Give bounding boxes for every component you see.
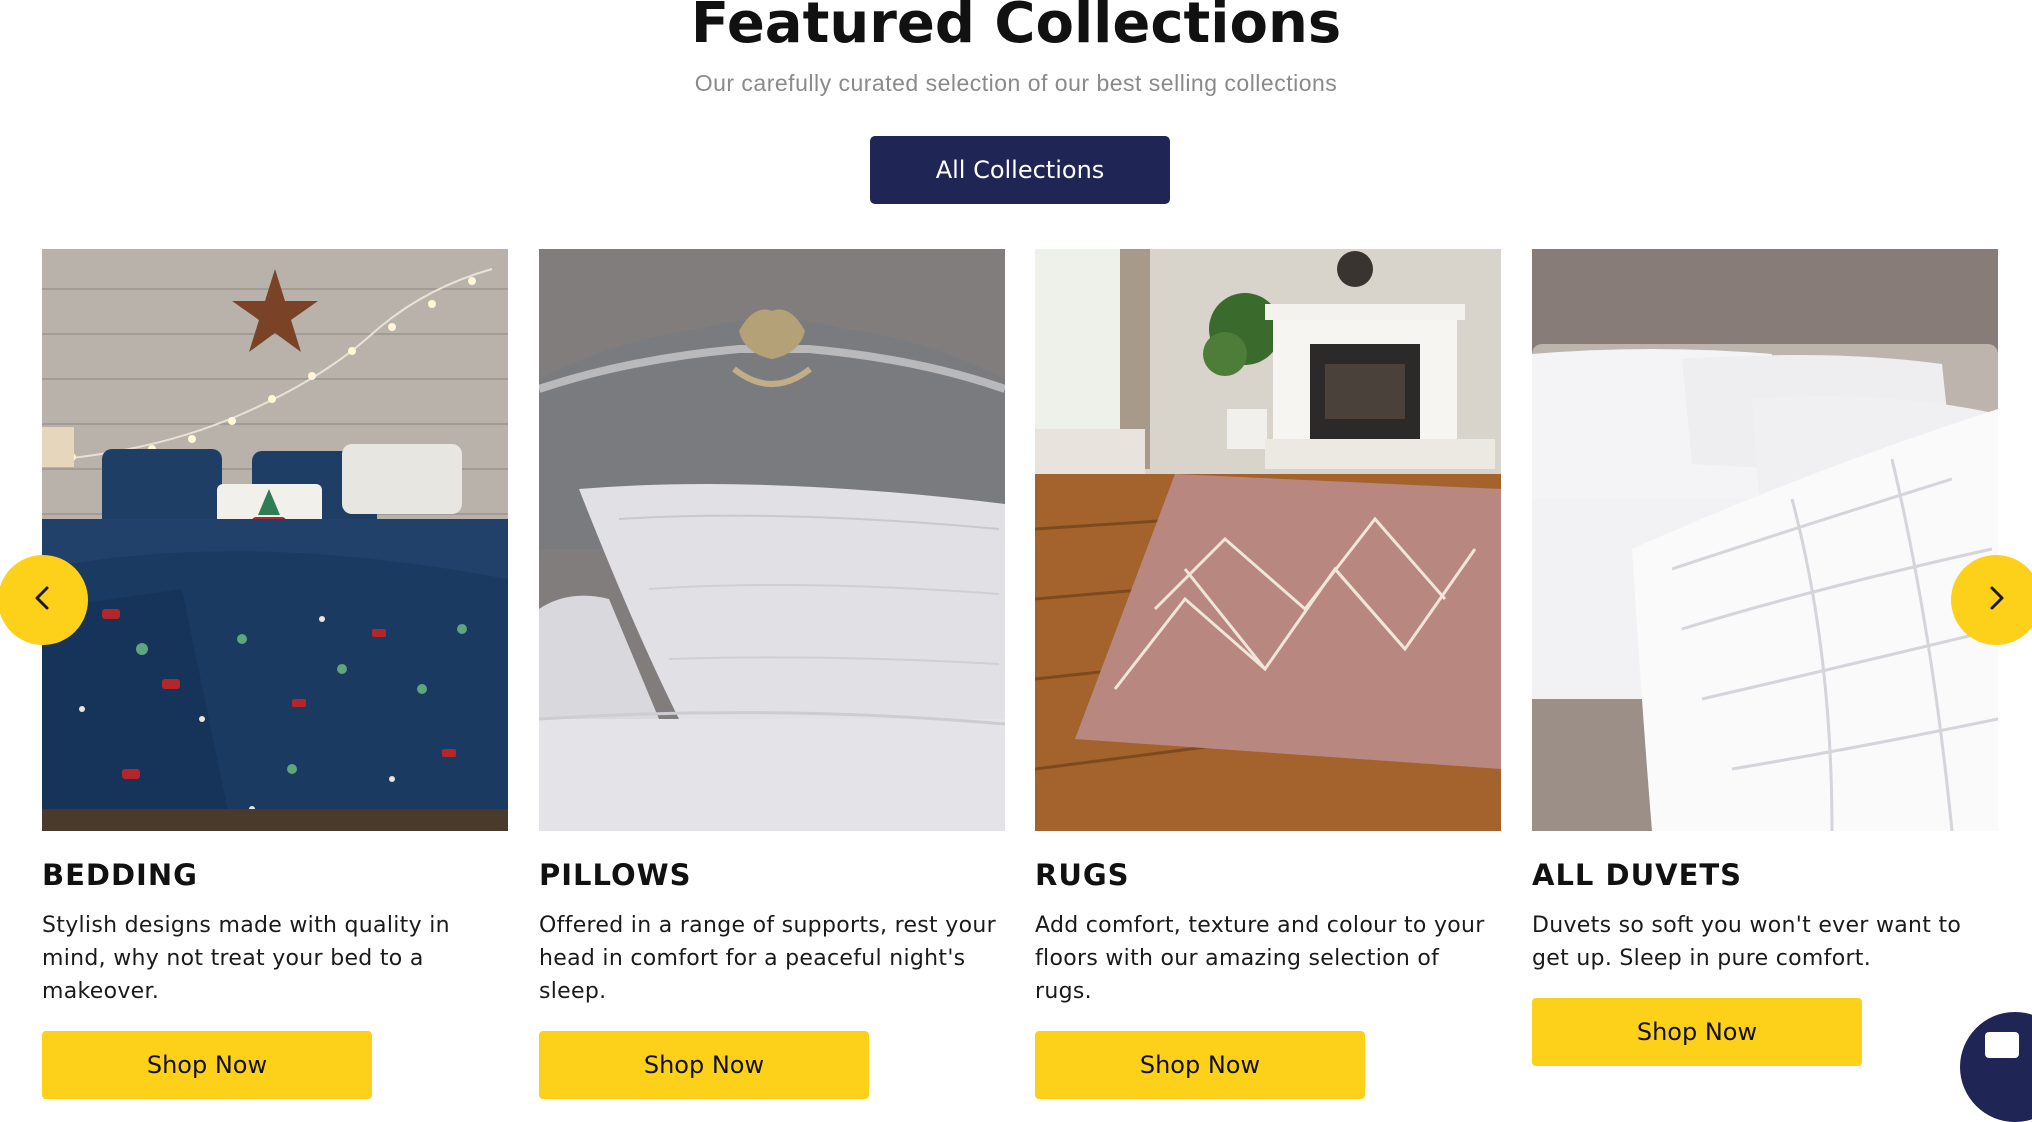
collection-description: Add comfort, texture and colour to your … [1035,913,1485,1004]
collection-card-bedding: BEDDING Stylish designs made with qualit… [42,249,508,1099]
collection-card-rugs: RUGS Add comfort, texture and colour to … [1035,249,1501,1099]
carousel-prev-button[interactable] [0,555,88,645]
shop-now-button[interactable]: Shop Now [1532,998,1862,1066]
collection-card-all-duvets: ALL DUVETS Duvets so soft you won't ever… [1532,249,1998,1069]
collection-card-pillows: PILLOWS Offered in a range of supports, … [539,249,1005,1099]
shop-now-button[interactable]: Shop Now [539,1031,869,1099]
chevron-left-icon [32,585,54,616]
all-collections-button[interactable]: All Collections [870,136,1170,204]
collection-title[interactable]: PILLOWS [539,855,692,895]
shop-now-button[interactable]: Shop Now [42,1031,372,1099]
collection-description: Stylish designs made with quality in min… [42,913,450,1004]
shop-now-button[interactable]: Shop Now [1035,1031,1365,1099]
pillows-image[interactable] [539,249,1005,831]
carousel-next-button[interactable] [1951,555,2032,645]
bedding-image[interactable] [42,249,508,831]
rugs-image[interactable] [1035,249,1501,831]
all-duvets-image[interactable] [1532,249,1998,831]
collection-description: Duvets so soft you won't ever want to ge… [1532,913,1962,971]
collection-title[interactable]: RUGS [1035,855,1130,895]
section-subtitle: Our carefully curated selection of our b… [694,70,1338,96]
section-title: Featured Collections [690,0,1342,56]
collection-title[interactable]: BEDDING [42,855,198,895]
collection-title[interactable]: ALL DUVETS [1532,855,1742,895]
collection-description: Offered in a range of supports, rest you… [539,913,996,1004]
chevron-right-icon [1985,585,2007,616]
